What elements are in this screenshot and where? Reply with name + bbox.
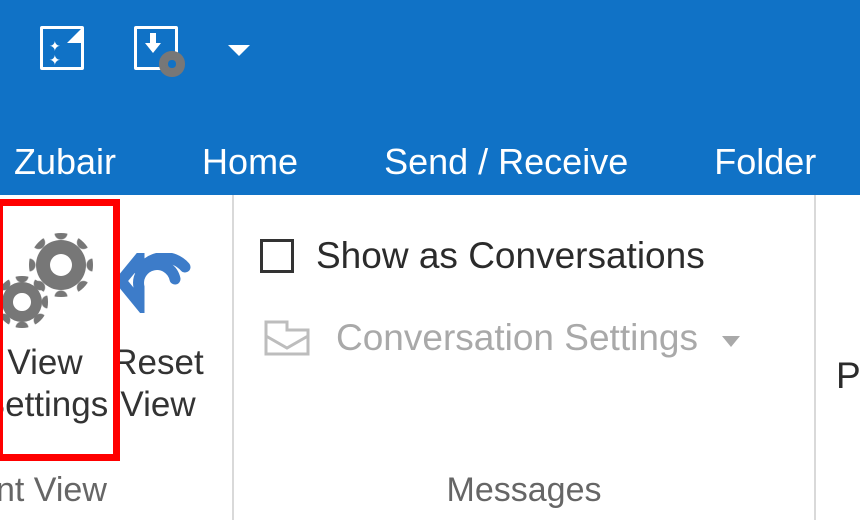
tab-folder[interactable]: Folder [714, 141, 816, 183]
envelope-icon [260, 318, 314, 358]
show-as-conversations-label: Show as Conversations [316, 235, 705, 277]
reset-view-label-2: View [120, 385, 195, 424]
tab-zubair[interactable]: Zubair [14, 141, 116, 183]
group-label-messages: Messages [234, 470, 814, 520]
ribbon: View Settings Reset View nt [0, 195, 860, 520]
view-settings-label-2: Settings [0, 385, 108, 424]
checkbox-unchecked-icon [260, 239, 294, 273]
partial-label: P [836, 355, 860, 397]
title-bar: ✦✦ Zubair Home Send / Receive Folder [0, 0, 860, 195]
view-settings-button[interactable]: View Settings [0, 220, 104, 470]
gears-icon [0, 238, 90, 328]
quick-access-toolbar: ✦✦ [40, 26, 250, 70]
customize-qat-dropdown[interactable] [228, 41, 250, 56]
tab-send-receive[interactable]: Send / Receive [384, 141, 628, 183]
show-as-conversations-checkbox[interactable]: Show as Conversations [260, 235, 788, 277]
conversation-settings-label: Conversation Settings [336, 317, 698, 359]
reset-view-label-1: Reset [112, 343, 203, 382]
undo-arrow-icon [119, 253, 197, 313]
chevron-down-icon [722, 336, 740, 347]
reset-view-button[interactable]: Reset View [104, 220, 212, 470]
group-messages: Show as Conversations Conversation Setti… [234, 195, 816, 520]
conversation-settings-dropdown: Conversation Settings [260, 317, 788, 359]
tab-home[interactable]: Home [202, 141, 298, 183]
group-label-current-view: nt View [0, 470, 232, 520]
new-item-icon[interactable]: ✦✦ [40, 26, 84, 70]
group-current-view: View Settings Reset View nt [0, 195, 234, 520]
ribbon-tabs: Zubair Home Send / Receive Folder [0, 141, 816, 183]
group-right-partial: P [816, 195, 860, 520]
send-receive-qat-icon[interactable] [134, 26, 178, 70]
view-settings-label-1: View [7, 343, 82, 382]
